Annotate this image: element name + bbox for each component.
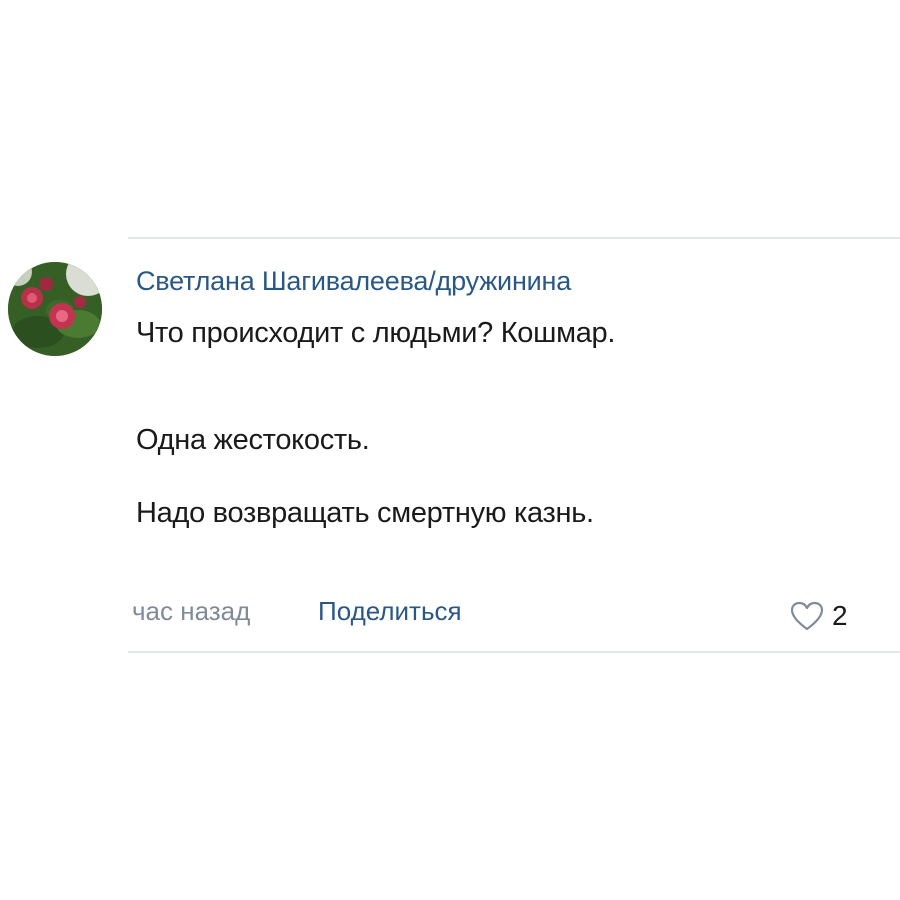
flower-avatar-image — [8, 262, 102, 356]
comment-text-line-1: Что происходит с людьми? Кошмар. — [136, 317, 616, 349]
avatar[interactable] — [8, 262, 102, 356]
comment-text-line-2: Одна жестокость. — [136, 424, 370, 456]
heart-outline-icon — [790, 601, 824, 631]
comment-divider-bottom — [128, 651, 900, 653]
like-count: 2 — [832, 600, 848, 631]
comment-divider-top — [128, 237, 900, 239]
comment-author[interactable]: Светлана Шагивалеева/дружинина — [136, 266, 571, 297]
comment-timestamp: час назад — [132, 596, 251, 626]
share-link[interactable]: Поделиться — [318, 596, 462, 627]
like-button[interactable]: 2 — [790, 596, 848, 636]
comment-text-line-3: Надо возвращать смертную казнь. — [136, 497, 594, 529]
